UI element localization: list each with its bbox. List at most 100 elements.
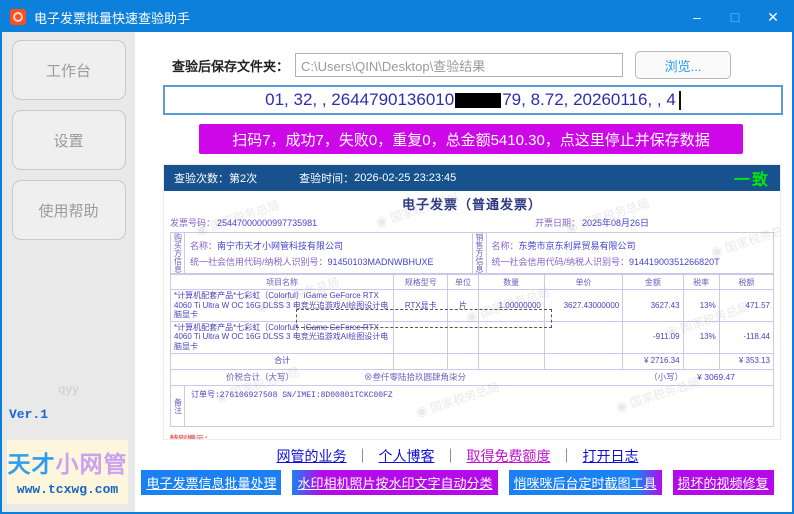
col-amount: 金额 (623, 275, 683, 290)
link-separator: ｜ (444, 448, 458, 464)
invoice-meta-row: 发票号码： 25447000000997735981 开票日期： 2025年08… (170, 216, 774, 229)
col-spec: 规格型号 (394, 275, 448, 290)
item-name: *计算机配套产品*七彩虹（Colorful）iGame GeForce RTX … (171, 290, 394, 322)
invoice-number-value: 25447000000997735981 (217, 218, 317, 228)
main-area: 查验后保存文件夹： C:\Users\QIN\Desktop\查验结果 浏览..… (135, 32, 792, 512)
invoice-body: 国家税务总局 国家税务总局 国家税务总局 国家税务总局 国家税务总局 国家税务总… (164, 191, 780, 439)
remark-content: 订单号:276106927508 SN/IMEI:8D00801TCKC00FZ (185, 386, 773, 426)
title-bar: 电子发票批量快速查验助手 – □ ✕ (2, 2, 792, 32)
close-button[interactable]: ✕ (754, 2, 792, 32)
sidebar: 工作台 设置 使用帮助 qyy Ver.1 天才小网管 www.tcxwg.co… (2, 32, 135, 512)
save-folder-label: 查验后保存文件夹： (172, 56, 289, 75)
buyer-taxid: 91450103MADNWBHUXE (328, 257, 434, 267)
link-webmaster-business[interactable]: 网管的业务 (277, 448, 347, 464)
link-personal-blog[interactable]: 个人博客 (379, 448, 435, 464)
invoice-number-label: 发票号码： (170, 216, 215, 229)
verify-info-bar: 查验次数： 第2次 查验时间： 2026-02-25 23:23:45 一致 (164, 165, 780, 191)
verify-time-value: 2026-02-25 23:23:45 (354, 172, 456, 184)
promo-bilibili-screenshot[interactable]: 悄咪咪后台定时截图工具 (509, 470, 662, 495)
window-title: 电子发票批量快速查验助手 (34, 8, 678, 27)
link-separator: ｜ (356, 448, 370, 464)
buyer-name: 南宁市天才小网管科技有限公司 (217, 241, 343, 251)
grand-total-words: ⊗叁仟零陆拾玖圆肆角柒分 (364, 371, 466, 383)
app-window: 电子发票批量快速查验助手 – □ ✕ 工作台 设置 使用帮助 qyy Ver.1… (0, 0, 794, 514)
promo-video-repair[interactable]: 损坏的视频修复 (673, 470, 774, 495)
brand-url[interactable]: www.tcxwg.com (7, 482, 128, 497)
brand-box[interactable]: 天才小网管 www.tcxwg.com (7, 440, 128, 504)
save-folder-input[interactable]: C:\Users\QIN\Desktop\查验结果 (295, 53, 623, 77)
app-icon (10, 9, 26, 25)
remark-section: 备注 订单号:276106927508 SN/IMEI:8D00801TCKC0… (170, 386, 774, 427)
verify-time-label: 查验时间： (299, 170, 354, 186)
verify-count-label: 查验次数： (174, 170, 229, 186)
sidebar-item-settings[interactable]: 设置 (12, 110, 126, 170)
brand-name-part1: 天才 (8, 451, 56, 477)
footer-links: 网管的业务 ｜ 个人博客 ｜ 取得免费额度 ｜ 打开日志 (135, 446, 780, 466)
verify-count-value: 第2次 (229, 170, 257, 186)
invoice-title: 电子发票（普通发票） (170, 191, 774, 213)
save-folder-row: 查验后保存文件夹： C:\Users\QIN\Desktop\查验结果 浏览..… (172, 51, 782, 79)
brand-name: 天才小网管 (7, 445, 128, 479)
minimize-button[interactable]: – (678, 2, 716, 32)
seller-block: 销售方信息 名称：东莞市京东利昇贸易有限公司 统一社会信用代码/纳税人识别号：9… (472, 233, 774, 273)
col-rate: 税率 (683, 275, 719, 290)
buyer-taxid-label: 统一社会信用代码/纳税人识别号： (190, 257, 328, 267)
text-caret (679, 91, 681, 110)
link-separator: ｜ (560, 448, 574, 464)
invoice-items-table: 项目名称 规格型号 单位 数量 单价 金额 税率 税额 *计算机配套产品*七彩虹… (170, 274, 774, 370)
item-amount: 3627.43 (623, 290, 683, 322)
table-row: *计算机配套产品*七彩虹（Colorful）iGame GeForce RTX … (171, 290, 774, 322)
total-tax: ¥ 353.13 (719, 353, 773, 369)
seller-taxid-label: 统一社会信用代码/纳税人识别号： (492, 257, 630, 267)
link-open-log[interactable]: 打开日志 (583, 448, 639, 464)
seller-name-label: 名称： (492, 241, 519, 251)
qyy-label: qyy (2, 382, 135, 396)
buyer-block: 购买方信息 名称：南宁市天才小网管科技有限公司 统一社会信用代码/纳税人识别号：… (171, 233, 472, 273)
col-tax: 税额 (719, 275, 773, 290)
scan-input[interactable]: 01, 32, , 2644790136010 79, 8.72, 2026011… (163, 85, 783, 115)
item-tax: 471.57 (719, 290, 773, 322)
col-qty: 数量 (478, 275, 544, 290)
grand-total-value: ¥ 3069.47 (697, 372, 735, 382)
col-item-name: 项目名称 (171, 275, 394, 290)
maximize-button[interactable]: □ (716, 2, 754, 32)
buyer-side-label: 购买方信息 (171, 233, 185, 273)
special-tips: 特别提示： 本平台仅提供所查询发票票面信息的查验结果。 若您对查验结果与实际发票… (170, 433, 774, 440)
link-free-quota[interactable]: 取得免费额度 (467, 448, 551, 464)
item-unit: 片 (448, 290, 478, 322)
scan-text-prefix: 01, 32, , 2644790136010 (265, 90, 454, 110)
brand-name-part2: 小网管 (56, 451, 128, 477)
remark-side-label: 备注 (171, 386, 185, 426)
grand-total-row: 价税合计（大写） ⊗叁仟零陆拾玖圆肆角柒分 （小写） ¥ 3069.47 (170, 370, 774, 386)
item-unit (448, 321, 478, 353)
item-rate: 13% (683, 321, 719, 353)
item-name: *计算机配套产品*七彩虹（Colorful）iGame GeForce RTX … (171, 321, 394, 353)
redaction-block (455, 93, 501, 108)
seller-taxid: 91441900351266820T (629, 257, 720, 267)
sidebar-item-workbench[interactable]: 工作台 (12, 40, 126, 100)
table-total-row: 合计 ¥ 2716.34 ¥ 353.13 (171, 353, 774, 369)
table-row: *计算机配套产品*七彩虹（Colorful）iGame GeForce RTX … (171, 321, 774, 353)
invoice-date-label: 开票日期： (535, 216, 580, 229)
item-rate: 13% (683, 290, 719, 322)
consistent-badge: 一致 (734, 166, 770, 190)
invoice-preview: 查验次数： 第2次 查验时间： 2026-02-25 23:23:45 一致 国… (163, 164, 781, 440)
item-tax: -118.44 (719, 321, 773, 353)
promo-invoice-batch[interactable]: 电子发票信息批量处理 (141, 470, 281, 495)
promo-button-row: 电子发票信息批量处理 水印相机照片按水印文字自动分类 悄咪咪后台定时截图工具 损… (135, 470, 780, 495)
browse-button[interactable]: 浏览... (635, 51, 731, 79)
invoice-date-value: 2025年08月26日 (582, 216, 649, 229)
col-price: 单价 (544, 275, 622, 290)
item-price: 3627.43000000 (544, 290, 622, 322)
table-header-row: 项目名称 规格型号 单位 数量 单价 金额 税率 税额 (171, 275, 774, 290)
buyer-name-label: 名称： (190, 241, 217, 251)
item-price (544, 321, 622, 353)
item-spec: RTX显卡 (394, 290, 448, 322)
promo-watermark-classify[interactable]: 水印相机照片按水印文字自动分类 (292, 470, 497, 495)
tips-title: 特别提示： (170, 433, 774, 440)
item-spec (394, 321, 448, 353)
sidebar-item-help[interactable]: 使用帮助 (12, 180, 126, 240)
col-unit: 单位 (448, 275, 478, 290)
stop-and-save-button[interactable]: 扫码7，成功7，失败0，重复0，总金额5410.30，点这里停止并保存数据 (199, 124, 743, 154)
scan-text-suffix: 79, 8.72, 20260116, , 4 (502, 90, 676, 110)
